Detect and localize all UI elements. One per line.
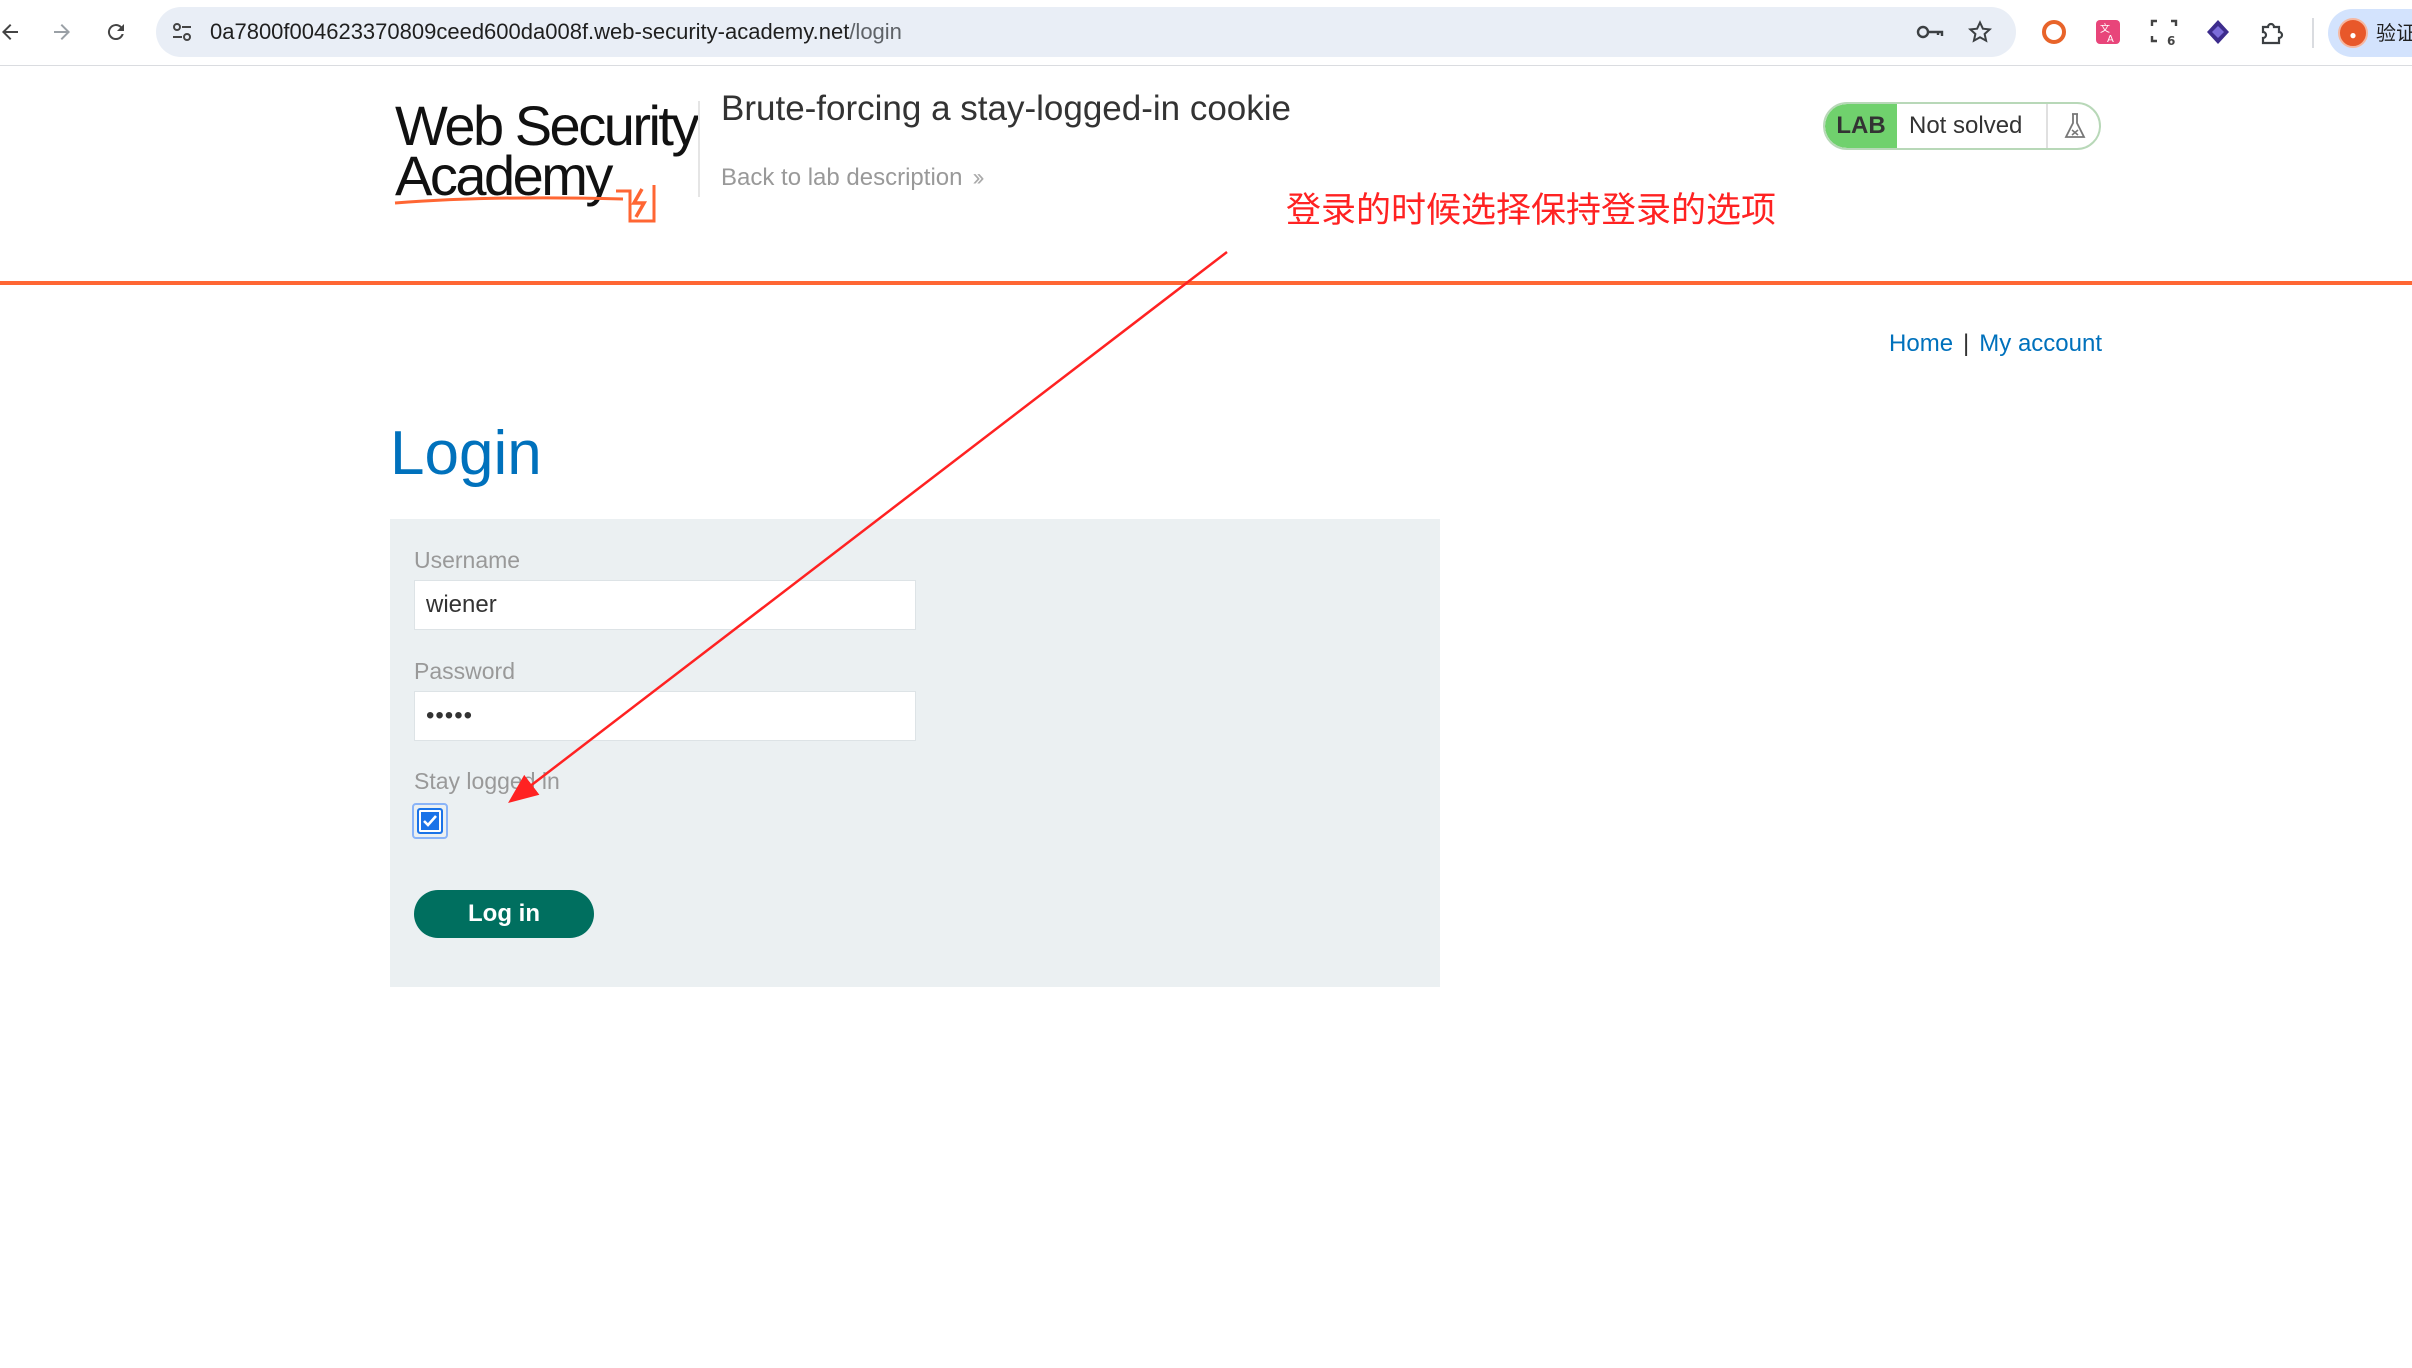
toolbar-separator	[2312, 18, 2314, 48]
password-key-icon[interactable]	[1914, 16, 1946, 48]
nav-separator: |	[1963, 330, 1970, 357]
back-to-lab-description-link[interactable]: Back to lab description ››	[721, 164, 984, 192]
address-bar[interactable]: 0a7800f004623370809ceed600da008f.web-sec…	[156, 7, 2016, 57]
logo-bolt-icon	[616, 185, 656, 223]
page-title: Login	[390, 419, 542, 488]
web-security-academy-logo[interactable]: Web Security Academy	[393, 97, 699, 223]
url-host: 0a7800f004623370809ceed600da008f.web-sec…	[210, 19, 850, 44]
password-label: Password	[414, 658, 515, 684]
back-icon[interactable]	[0, 12, 30, 52]
annotation-note: 登录的时候选择保持登录的选项	[1286, 191, 1777, 231]
lab-status-widget: LAB Not solved	[1823, 102, 2101, 150]
record-extension-icon[interactable]	[2036, 14, 2072, 50]
site-settings-icon[interactable]	[166, 16, 198, 48]
lab-badge: LAB	[1825, 104, 1897, 148]
username-label: Username	[414, 547, 521, 573]
header-divider	[698, 101, 700, 197]
password-input[interactable]: •••••	[414, 691, 916, 741]
back-link-label: Back to lab description	[721, 164, 963, 191]
stay-logged-in-label: Stay logged in	[414, 768, 560, 794]
bookmark-star-icon[interactable]	[1964, 16, 1996, 48]
svg-text:A: A	[2107, 34, 2114, 45]
extension-badge: 6	[2167, 34, 2175, 47]
my-account-link[interactable]: My account	[1979, 330, 2102, 357]
username-input[interactable]: wiener	[414, 580, 916, 630]
url-text[interactable]: 0a7800f004623370809ceed600da008f.web-sec…	[210, 7, 902, 57]
puzzle-icon[interactable]	[2254, 14, 2290, 50]
profile-text: 验证	[2376, 21, 2412, 45]
profile-button[interactable]: ● 验证	[2328, 9, 2412, 57]
url-path: /login	[849, 19, 902, 44]
translate-extension-icon[interactable]: 文A	[2090, 14, 2126, 50]
layers-extension-icon[interactable]	[2200, 14, 2236, 50]
stay-logged-in-checkbox[interactable]	[417, 808, 443, 834]
checkmark-icon	[423, 815, 437, 827]
account-nav: Home | My account	[1872, 330, 2102, 358]
avatar: ●	[2338, 18, 2368, 48]
double-chevron-right-icon: ››	[972, 164, 984, 191]
lab-status-text: Not solved	[1909, 112, 2023, 139]
screenshot-extension-icon[interactable]: 6	[2146, 14, 2182, 50]
login-form: Username wiener Password ••••• Stay logg…	[390, 519, 1440, 987]
lab-title: Brute-forcing a stay-logged-in cookie	[721, 89, 1292, 128]
flask-icon[interactable]	[2046, 104, 2099, 148]
log-in-button[interactable]: Log in	[414, 890, 594, 938]
home-link[interactable]: Home	[1889, 330, 1953, 357]
reload-icon[interactable]	[96, 12, 136, 52]
browser-toolbar: 0a7800f004623370809ceed600da008f.web-sec…	[0, 0, 2412, 66]
lab-header: Web Security Academy Brute-forcing a sta…	[0, 67, 2412, 285]
forward-icon[interactable]	[42, 12, 82, 52]
